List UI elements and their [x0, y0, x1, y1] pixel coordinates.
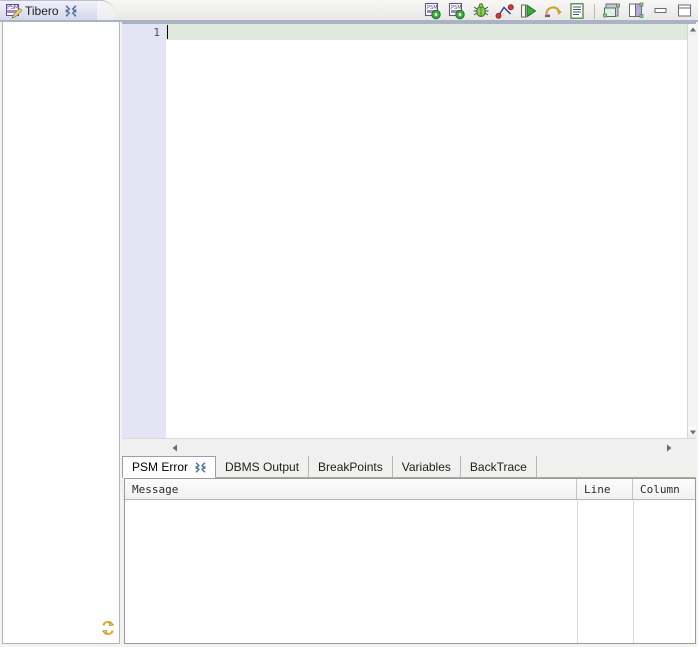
- tab-dbms-output[interactable]: DBMS Output: [216, 456, 310, 477]
- pencil-icon: [11, 7, 23, 19]
- column-header-column[interactable]: Column: [633, 479, 693, 499]
- close-icon[interactable]: [65, 4, 77, 17]
- psm-compile-debug-icon[interactable]: PSM: [447, 2, 467, 20]
- maximize-view-icon[interactable]: [626, 2, 646, 20]
- tab-bar-filler: [536, 456, 698, 477]
- tab-breakpoints[interactable]: BreakPoints: [309, 456, 393, 477]
- tab-variables-label: Variables: [401, 459, 451, 474]
- tab-breakpoints-label: BreakPoints: [318, 459, 383, 474]
- column-separator-1: [577, 500, 578, 643]
- tab-backtrace[interactable]: BackTrace: [460, 456, 537, 477]
- sync-arrows-icon[interactable]: [99, 619, 117, 637]
- psm-file-icon: PSM: [6, 3, 23, 19]
- editor-horizontal-scrollbar[interactable]: [122, 438, 698, 456]
- run-icon[interactable]: [519, 2, 539, 20]
- bottom-view-panel: PSM Error DBMS Output BreakPoints Variab…: [122, 456, 698, 647]
- scroll-right-arrow-icon[interactable]: [662, 441, 676, 455]
- minimize-icon[interactable]: [650, 2, 670, 20]
- restore-view-icon[interactable]: [602, 2, 622, 20]
- column-header-line[interactable]: Line: [577, 479, 633, 499]
- editor-tab-tibero[interactable]: PSM Tibero: [0, 0, 97, 21]
- source-editor[interactable]: 1: [122, 22, 698, 456]
- editor-tab-label: Tibero: [25, 3, 59, 18]
- step-return-icon[interactable]: [543, 2, 563, 20]
- toolbar-separator: [594, 3, 595, 19]
- editor-tab-bar: PSM Tibero PSM PSM: [0, 0, 698, 22]
- editor-line-number-gutter[interactable]: 1: [122, 24, 166, 438]
- scroll-left-arrow-icon[interactable]: [168, 441, 182, 455]
- column-header-message[interactable]: Message: [125, 479, 577, 499]
- breakpoint-icon[interactable]: [495, 2, 515, 20]
- line-number-1: 1: [153, 26, 160, 39]
- navigator-panel[interactable]: [2, 22, 120, 644]
- bottom-panel-tab-bar: PSM Error DBMS Output BreakPoints Variab…: [122, 456, 698, 478]
- current-line-highlight: [166, 24, 687, 40]
- close-icon[interactable]: [195, 461, 206, 473]
- bug-icon[interactable]: [471, 2, 491, 20]
- psm-error-table[interactable]: Message Line Column: [124, 478, 696, 644]
- tab-psm-error-label: PSM Error: [132, 460, 189, 474]
- column-separator-2: [633, 500, 634, 643]
- editor-toolbar: PSM PSM: [423, 2, 694, 20]
- maximize-icon[interactable]: [674, 2, 694, 20]
- table-header-row: Message Line Column: [125, 479, 695, 500]
- editor-text-area[interactable]: [166, 24, 687, 438]
- scrollbar-gutter-pad: [122, 439, 166, 456]
- tab-backtrace-label: BackTrace: [469, 459, 527, 474]
- tab-variables[interactable]: Variables: [392, 456, 461, 477]
- text-caret: [167, 25, 168, 39]
- psm-compile-icon[interactable]: PSM: [423, 2, 443, 20]
- document-lines-icon[interactable]: [567, 2, 587, 20]
- tab-dbms-output-label: DBMS Output: [225, 459, 300, 474]
- tab-psm-error[interactable]: PSM Error: [122, 456, 217, 478]
